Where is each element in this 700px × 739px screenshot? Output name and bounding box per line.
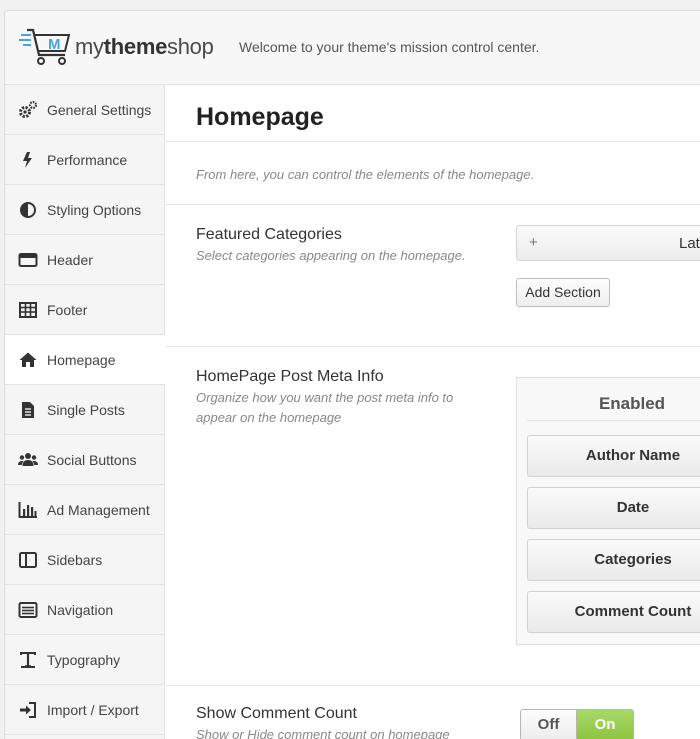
sidebar-item-ad-management[interactable]: Ad Management [5, 485, 164, 535]
accordion-label: Lat [679, 235, 700, 252]
enabled-heading: Enabled [598, 394, 666, 413]
list-icon [18, 600, 38, 620]
header-icon [18, 250, 38, 270]
sidebar-item-label: Single Posts [47, 401, 125, 418]
meta-item-comment-count[interactable]: Comment Count [527, 591, 700, 633]
sidebar-item-header[interactable]: Header [5, 235, 164, 285]
post-meta-title: HomePage Post Meta Info [196, 368, 384, 385]
users-icon [18, 450, 38, 470]
meta-item-categories[interactable]: Categories [527, 539, 700, 581]
logo: M mythemeshop [19, 27, 214, 67]
sidebar-item-sidebars[interactable]: Sidebars [5, 535, 164, 585]
comment-count-title: Show Comment Count [196, 705, 357, 722]
featured-categories-title: Featured Categories [196, 226, 342, 243]
plus-icon[interactable]: + [529, 234, 538, 251]
sidebar-item-single-posts[interactable]: Single Posts [5, 385, 164, 435]
app-frame: M mythemeshop Welcome to your theme's mi… [4, 10, 700, 739]
sidebar-item-label: Header [47, 251, 93, 268]
meta-sorter-enabled: Enabled Author Name Date Categories Comm… [516, 377, 700, 645]
table-icon [18, 300, 38, 320]
divider [166, 141, 700, 142]
toggle-off-button[interactable]: Off [521, 710, 578, 739]
intro-text: From here, you can control the elements … [196, 167, 535, 182]
sidebar-item-styling-options[interactable]: Styling Options [5, 185, 164, 235]
sidebar-item-label: Performance [47, 151, 128, 168]
meta-item-author-name[interactable]: Author Name [527, 435, 700, 477]
sidebar-item-label: Footer [47, 301, 88, 318]
page-title: Homepage [196, 103, 324, 131]
sidebar-item-label: Homepage [47, 351, 116, 368]
toggle-on-button[interactable]: On [577, 710, 633, 739]
sidebar-item-homepage[interactable]: Homepage [5, 335, 165, 385]
welcome-text: Welcome to your theme's mission control … [239, 39, 540, 55]
comment-count-desc: Show or Hide comment count on homepage [196, 727, 450, 739]
sidebar-item-label: Typography [47, 651, 121, 668]
bolt-icon [18, 150, 38, 170]
add-section-button[interactable]: Add Section [516, 278, 610, 307]
sidebar-item-label: Sidebars [47, 551, 103, 568]
divider [527, 420, 700, 421]
sidebar-item-typography[interactable]: Typography [5, 635, 164, 685]
sidebar-item-label: Import / Export [47, 701, 139, 718]
sidebar-item-import-export[interactable]: Import / Export [5, 685, 164, 735]
divider [166, 346, 700, 347]
gears-icon [18, 100, 38, 120]
post-meta-desc: Organize how you want the post meta info… [196, 390, 454, 425]
main-panel: Homepage From here, you can control the … [166, 85, 700, 739]
divider [166, 685, 700, 686]
cart-icon: M [19, 28, 71, 65]
svg-text:M: M [48, 36, 61, 53]
sidebar-item-footer[interactable]: Footer [5, 285, 164, 335]
sidebar-item-performance[interactable]: Performance [5, 135, 164, 185]
columns-icon [18, 550, 38, 570]
sidebar-item-label: Social Buttons [47, 451, 137, 468]
document-icon [18, 400, 38, 420]
bar-chart-icon [18, 500, 38, 520]
brand-name: mythemeshop [75, 34, 214, 59]
divider [166, 204, 700, 205]
comment-count-toggle[interactable]: Off On [520, 709, 634, 739]
meta-item-date[interactable]: Date [527, 487, 700, 529]
top-bar: M mythemeshop Welcome to your theme's mi… [5, 11, 700, 85]
sidebar-item-label: Navigation [47, 601, 114, 618]
sign-in-icon [18, 700, 38, 720]
sidebar-item-navigation[interactable]: Navigation [5, 585, 164, 635]
sidebar-item-social-buttons[interactable]: Social Buttons [5, 435, 164, 485]
home-icon [18, 350, 38, 370]
contrast-icon [18, 200, 38, 220]
sidebar: General Settings Performance Styling Opt… [5, 85, 165, 739]
text-icon [18, 650, 38, 670]
featured-section-accordion[interactable]: + Lat [516, 225, 700, 261]
sidebar-item-label: General Settings [47, 101, 152, 118]
sidebar-item-general-settings[interactable]: General Settings [5, 85, 164, 135]
sidebar-item-label: Ad Management [47, 501, 150, 518]
featured-categories-desc: Select categories appearing on the homep… [196, 248, 466, 263]
sidebar-item-label: Styling Options [47, 201, 142, 218]
